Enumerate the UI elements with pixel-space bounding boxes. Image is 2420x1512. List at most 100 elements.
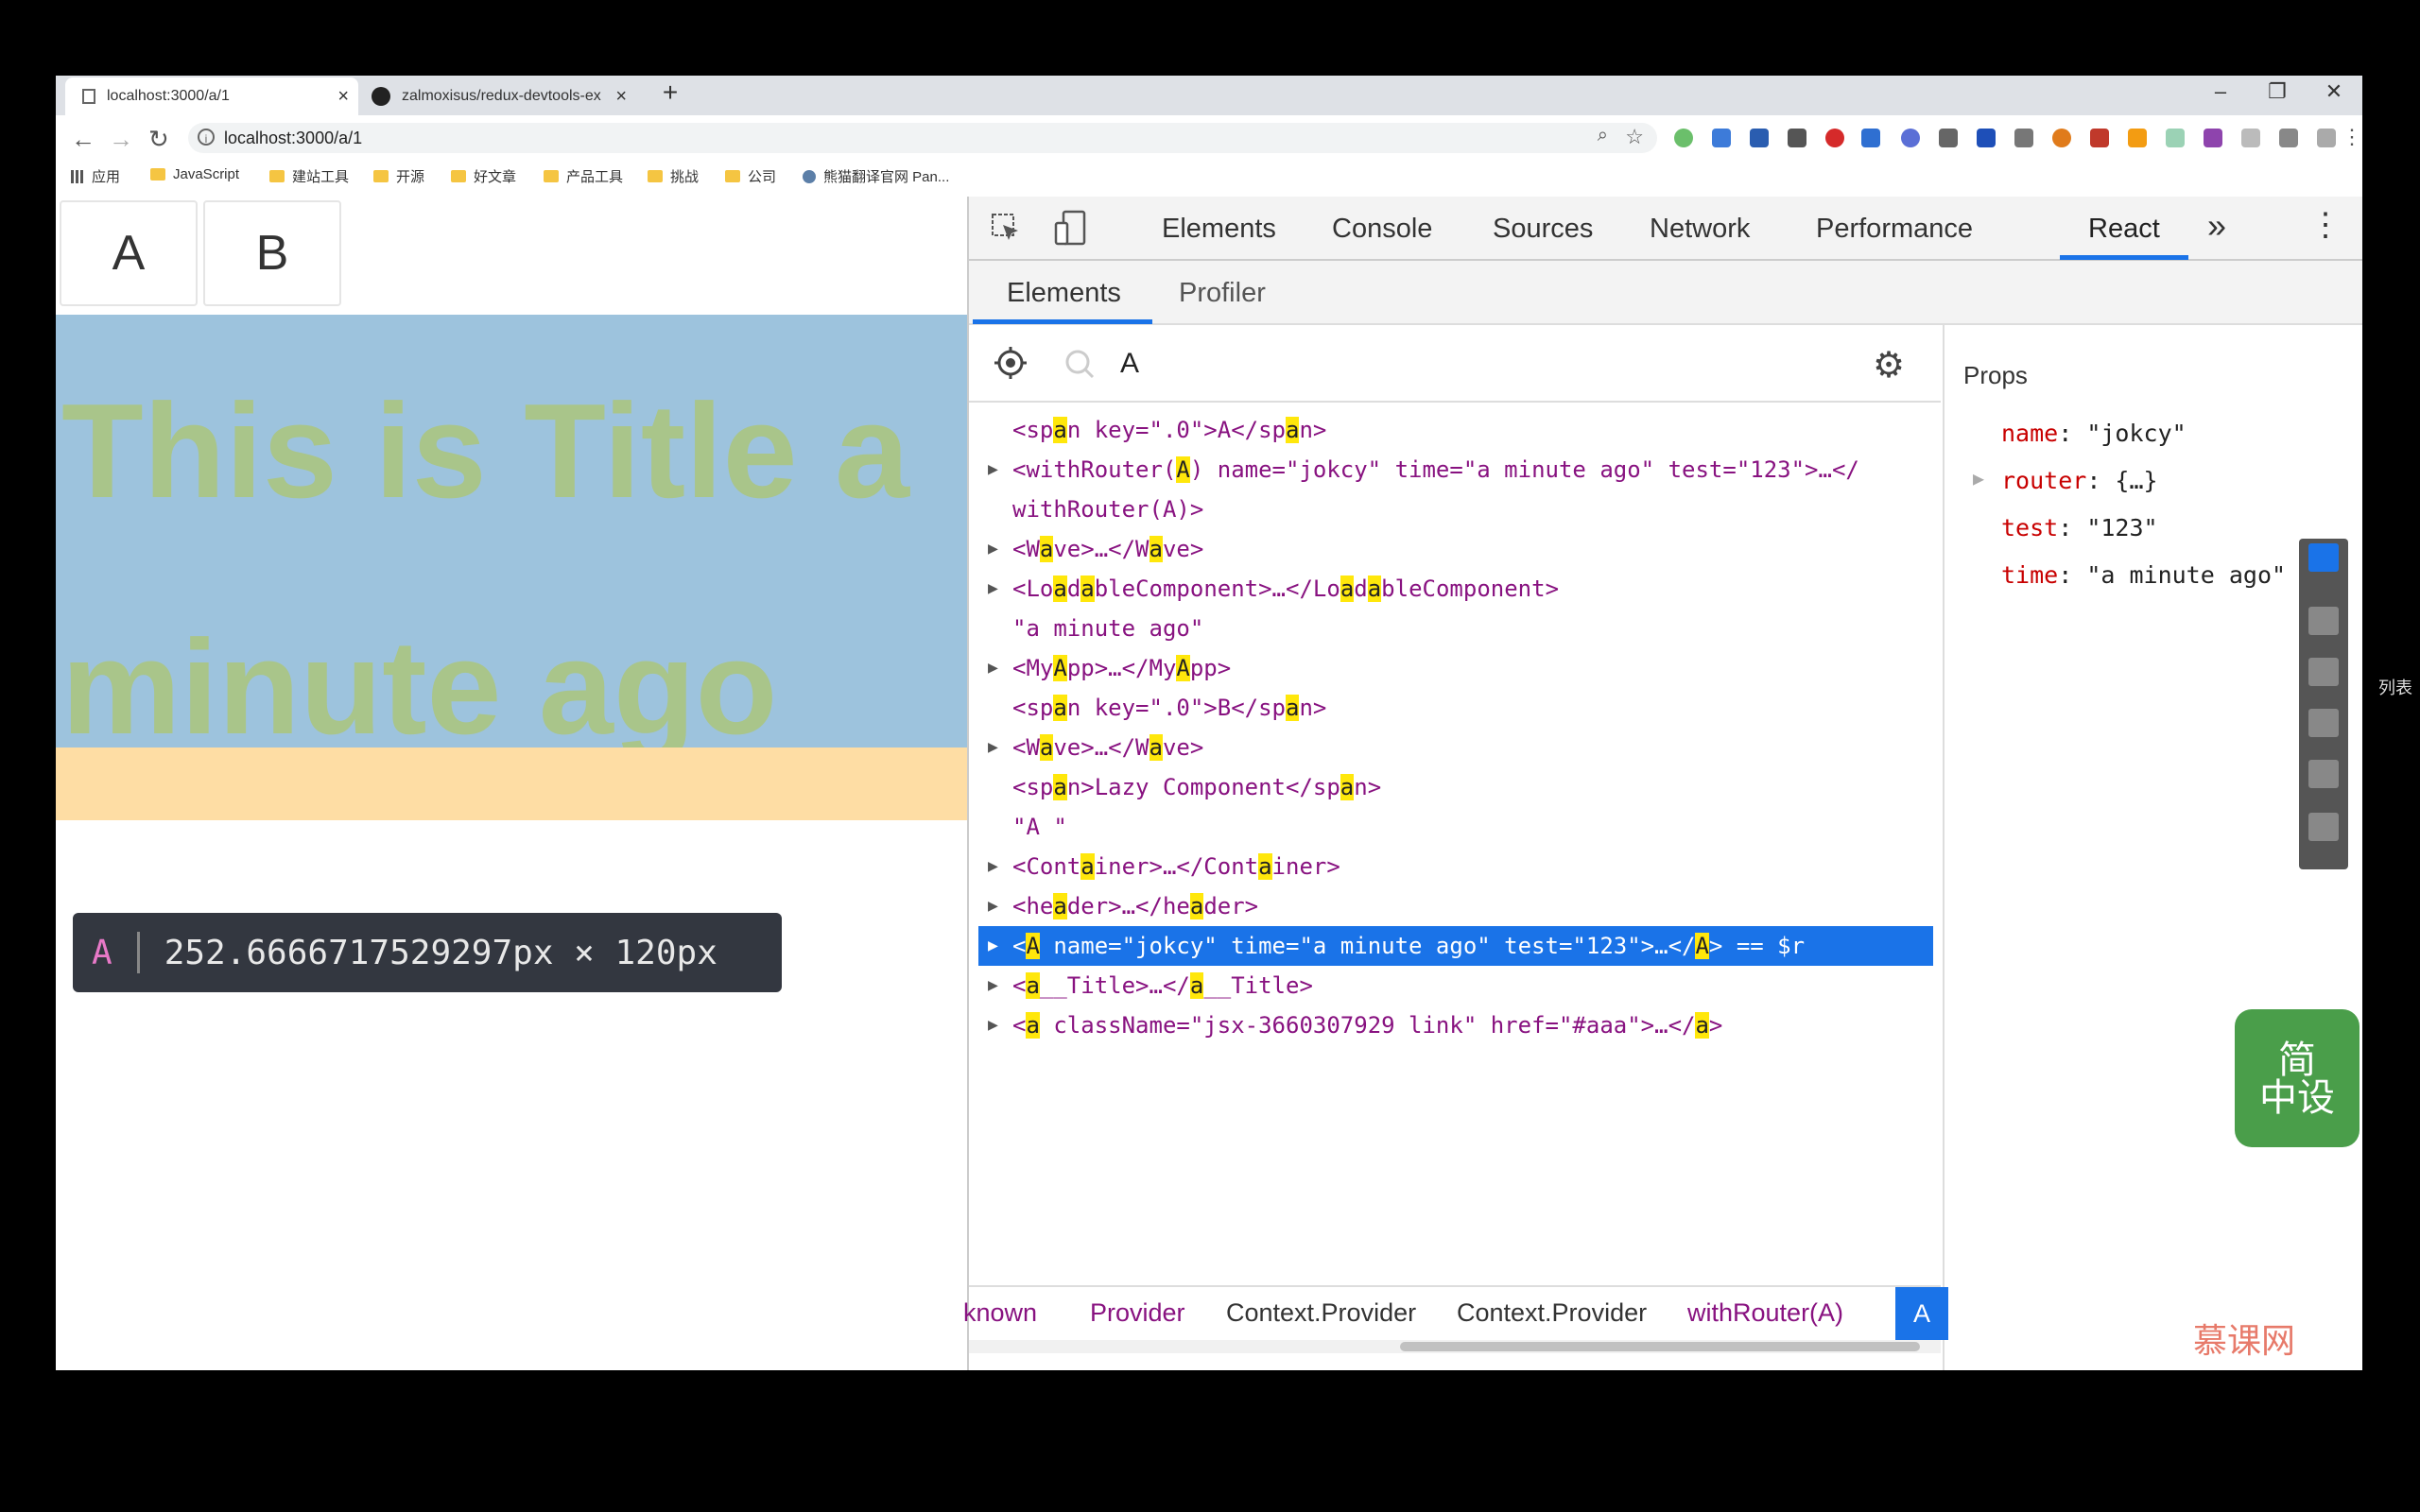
search-input[interactable]: A: [1120, 348, 1139, 380]
tab-network[interactable]: Network: [1650, 214, 1750, 245]
tree-row[interactable]: "A ": [978, 807, 1939, 847]
forward-button[interactable]: →: [109, 125, 133, 154]
breadcrumb-item[interactable]: known: [963, 1298, 1037, 1328]
gif-icon[interactable]: [2308, 709, 2339, 737]
tab-console[interactable]: Console: [1332, 214, 1432, 245]
extension-icon[interactable]: [2014, 129, 2033, 147]
expand-arrow-icon[interactable]: ▶: [988, 886, 998, 926]
expand-arrow-icon[interactable]: ▶: [988, 966, 998, 1005]
extension-icon[interactable]: [1939, 129, 1958, 147]
extension-icon[interactable]: [1674, 129, 1693, 147]
extension-icon[interactable]: [1901, 129, 1920, 147]
devtools-menu-icon[interactable]: ⋮: [2309, 206, 2342, 244]
tree-row[interactable]: ▶ <LoadableComponent>…</LoadableComponent…: [978, 569, 1939, 609]
tree-row[interactable]: ▶ <Container>…</Container>: [978, 847, 1939, 886]
image-icon[interactable]: [2308, 658, 2339, 686]
expand-arrow-icon[interactable]: ▶: [988, 728, 998, 767]
breadcrumb-item[interactable]: Provider: [1090, 1298, 1185, 1328]
settings-gear-icon[interactable]: ⚙: [1873, 344, 1905, 387]
breadcrumb-item[interactable]: withRouter(A): [1687, 1298, 1843, 1328]
extension-icon[interactable]: [2052, 129, 2071, 147]
inspect-element-icon[interactable]: [990, 212, 1022, 244]
extension-icon[interactable]: [1788, 129, 1806, 147]
tree-row[interactable]: <span key=".0">A</span>: [978, 410, 1939, 450]
tree-row[interactable]: ▶ <Wave>…</Wave>: [978, 728, 1939, 767]
tree-row[interactable]: <span>Lazy Component</span>: [978, 767, 1939, 807]
bookmark-folder[interactable]: 好文章: [451, 166, 516, 186]
bookmark-folder[interactable]: 建站工具: [269, 166, 349, 186]
expand-arrow-icon[interactable]: ▶: [988, 529, 998, 569]
tree-row-selected[interactable]: ▶ <A name="jokcy" time="a minute ago" tes…: [978, 926, 1933, 966]
info-icon[interactable]: i: [198, 129, 215, 146]
more-tabs-icon[interactable]: »: [2207, 206, 2226, 246]
prop-row[interactable]: name: "jokcy": [2001, 420, 2187, 447]
minimize-button[interactable]: –: [2202, 79, 2239, 104]
tree-row[interactable]: ▶ <MyApp>…</MyApp>: [978, 648, 1939, 688]
bookmark-folder[interactable]: 产品工具: [544, 166, 623, 186]
expand-arrow-icon[interactable]: ▶: [988, 926, 998, 966]
bookmark-link[interactable]: 熊猫翻译官网 Pan...: [803, 166, 949, 186]
tree-row[interactable]: ▶ <header>…</header>: [978, 886, 1939, 926]
camera-icon[interactable]: [2308, 607, 2339, 635]
tree-row[interactable]: "a minute ago": [978, 609, 1939, 648]
locate-element-icon[interactable]: [994, 346, 1028, 380]
extension-icon[interactable]: [2090, 129, 2109, 147]
expand-arrow-icon[interactable]: ▶: [988, 569, 998, 609]
tree-row[interactable]: ▶ <withRouter(A) name="jokcy" time="a min…: [978, 450, 1939, 490]
subtab-elements[interactable]: Elements: [1007, 278, 1121, 309]
tree-row[interactable]: <span key=".0">B</span>: [978, 688, 1939, 728]
breadcrumb-item[interactable]: Context.Provider: [1226, 1298, 1416, 1328]
rss-icon[interactable]: [2128, 129, 2147, 147]
browser-tab-active[interactable]: localhost:3000/a/1 ×: [65, 77, 358, 115]
star-icon[interactable]: ☆: [1625, 125, 1644, 149]
prop-row[interactable]: time: "a minute ago": [2001, 561, 2286, 589]
bookmark-folder[interactable]: 挑战: [648, 166, 699, 186]
tree-row[interactable]: withRouter(A)>: [978, 490, 1939, 529]
bookmark-folder[interactable]: JavaScript: [150, 166, 239, 182]
menu-icon[interactable]: ⋮: [2342, 125, 2362, 149]
scrollbar-thumb[interactable]: [1400, 1342, 1920, 1351]
new-tab-button[interactable]: +: [651, 77, 689, 108]
extension-icon[interactable]: [1825, 129, 1844, 147]
extension-icon[interactable]: [2241, 129, 2260, 147]
expand-arrow-icon[interactable]: ▶: [1973, 467, 1984, 490]
expand-arrow-icon[interactable]: ▶: [988, 1005, 998, 1045]
browser-tab[interactable]: zalmoxisus/redux-devtools-ex ×: [362, 77, 636, 115]
tab-close-icon[interactable]: ×: [337, 86, 349, 108]
tab-close-icon[interactable]: ×: [615, 86, 627, 108]
reload-button[interactable]: ↻: [148, 125, 169, 154]
bookmark-folder[interactable]: 公司: [725, 166, 776, 186]
expand-arrow-icon[interactable]: ▶: [988, 847, 998, 886]
extension-icon[interactable]: [2317, 129, 2336, 147]
tab-react[interactable]: React: [2088, 214, 2160, 245]
subtab-profiler[interactable]: Profiler: [1179, 278, 1266, 309]
extension-icon[interactable]: [1712, 129, 1731, 147]
tab-performance[interactable]: Performance: [1816, 214, 1973, 245]
address-bar[interactable]: i localhost:3000/a/1 ⌕ ☆: [188, 123, 1657, 153]
zoom-icon[interactable]: ⌕: [1598, 125, 1608, 146]
bookmark-folder[interactable]: 开源: [373, 166, 424, 186]
video-icon[interactable]: [2308, 760, 2339, 788]
tree-row[interactable]: ▶ <Wave>…</Wave>: [978, 529, 1939, 569]
nav-tab-a[interactable]: A: [60, 200, 198, 306]
extension-icon[interactable]: [2166, 129, 2185, 147]
extension-icon[interactable]: [1750, 129, 1769, 147]
horizontal-scrollbar[interactable]: [969, 1340, 1941, 1353]
prop-row[interactable]: test: "123": [2001, 514, 2158, 541]
extension-icon[interactable]: [1861, 129, 1880, 147]
prop-row[interactable]: ▶ router: {…}: [1973, 467, 2158, 494]
close-window-button[interactable]: ✕: [2315, 79, 2353, 104]
tree-row[interactable]: ▶ <a className="jsx-3660307929 link" href…: [978, 1005, 1939, 1045]
device-toggle-icon[interactable]: [1054, 210, 1088, 246]
restore-button[interactable]: ❐: [2258, 79, 2296, 104]
back-button[interactable]: ←: [71, 125, 95, 154]
expand-arrow-icon[interactable]: ▶: [988, 450, 998, 490]
expand-arrow-icon[interactable]: ▶: [988, 648, 998, 688]
extension-icon[interactable]: [2204, 129, 2222, 147]
share-icon[interactable]: [2308, 543, 2339, 572]
extension-icon[interactable]: [1977, 129, 1996, 147]
breadcrumb-item[interactable]: Context.Provider: [1457, 1298, 1647, 1328]
bookmark-apps[interactable]: 应用: [71, 166, 120, 186]
pen-icon[interactable]: [2308, 813, 2339, 841]
tab-elements[interactable]: Elements: [1162, 214, 1276, 245]
